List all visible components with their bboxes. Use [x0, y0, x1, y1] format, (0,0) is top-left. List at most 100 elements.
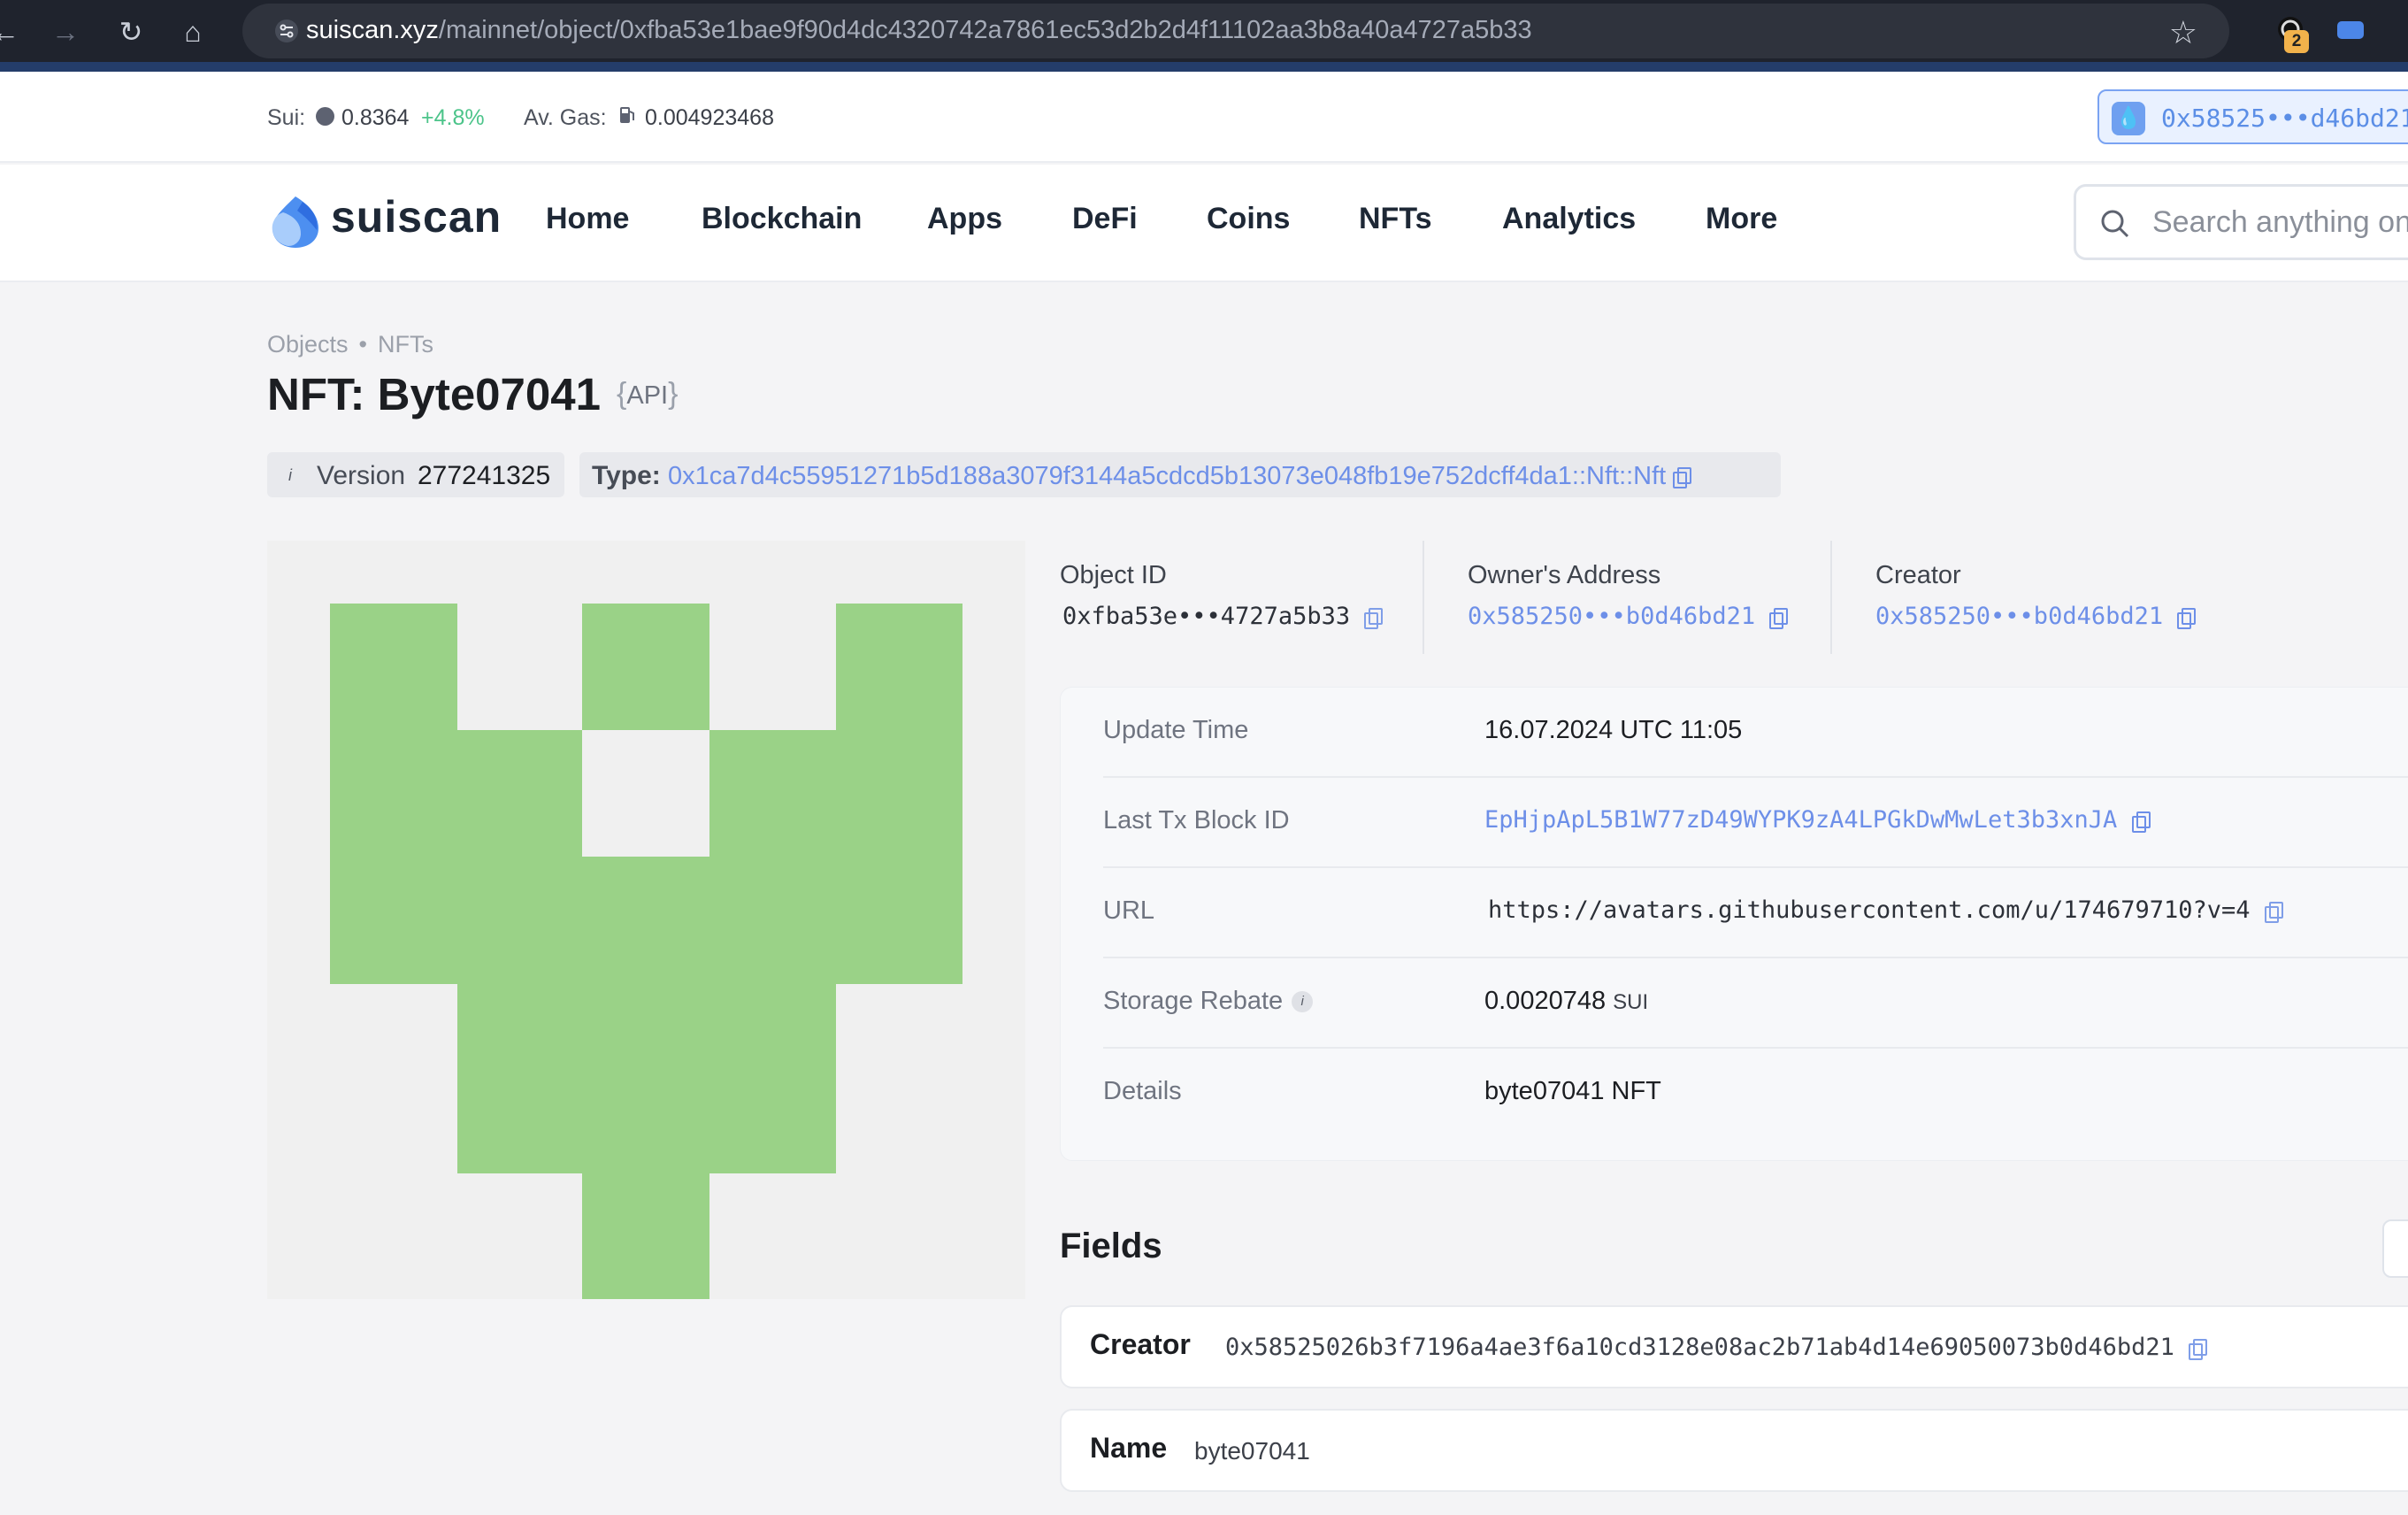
details-label: Details — [1103, 1077, 1182, 1105]
update-time-label: Update Time — [1103, 716, 1249, 744]
search-box[interactable] — [2074, 184, 2408, 260]
owner-address-link[interactable]: 0x585250•••b0d46bd21 — [1468, 603, 1789, 630]
nav-analytics[interactable]: Analytics — [1502, 202, 1636, 236]
site-settings-icon[interactable] — [274, 19, 299, 43]
version-value: 277241325 — [418, 461, 551, 490]
sui-price-label: Sui: — [267, 105, 306, 130]
storage-rebate-value-wrap: 0.0020748 SUI — [1484, 987, 1648, 1016]
url-value-wrap[interactable]: https://avatars.githubusercontent.com/u/… — [1488, 896, 2283, 924]
creator-address-link[interactable]: 0x585250•••b0d46bd21 — [1875, 603, 2197, 630]
search-icon — [2101, 210, 2129, 238]
url-host: suiscan.xyz — [306, 16, 439, 44]
detail-row-url: URL https://avatars.githubusercontent.co… — [1103, 868, 2408, 958]
api-link[interactable]: {API} — [617, 377, 678, 411]
field-card-creator: Creator 0x58525026b3f7196a4ae3f6a10cd312… — [1060, 1305, 2408, 1388]
nav-home[interactable]: Home — [546, 202, 629, 236]
nav-nfts[interactable]: NFTs — [1359, 202, 1431, 236]
owner-label: Owner's Address — [1468, 561, 1661, 589]
storage-rebate-value: 0.0020748 — [1484, 987, 1607, 1015]
search-input[interactable] — [2151, 201, 2408, 243]
nav-apps[interactable]: Apps — [927, 202, 1002, 236]
details-card: Update Time 16.07.2024 UTC 11:05 Last Tx… — [1060, 687, 2408, 1161]
field-key: Creator — [1090, 1328, 1191, 1360]
fields-heading: Fields — [1060, 1227, 1162, 1265]
copy-icon[interactable] — [2189, 1338, 2208, 1360]
sui-price-change: +4.8% — [421, 105, 485, 130]
sui-price-value: 0.8364 — [341, 105, 410, 130]
column-divider — [1423, 541, 1424, 654]
nav-defi[interactable]: DeFi — [1072, 202, 1138, 236]
bookmark-star-icon[interactable]: ☆ — [2169, 14, 2197, 51]
gas-value: 0.004923468 — [645, 105, 774, 130]
url-path: /mainnet/object/0xfba53e1bae9f90d4dc4320… — [438, 16, 1532, 44]
copy-icon[interactable] — [2131, 811, 2151, 833]
reload-icon[interactable]: ↻ — [115, 16, 147, 48]
type-value: 0x1ca7d4c55951271b5d188a3079f3144a5cdcd5… — [668, 462, 1667, 490]
nav-blockchain[interactable]: Blockchain — [702, 202, 862, 236]
copy-icon[interactable] — [1769, 607, 1789, 629]
nav-coins[interactable]: Coins — [1207, 202, 1290, 236]
creator-label: Creator — [1875, 561, 1961, 589]
field-value: 0x58525026b3f7196a4ae3f6a10cd3128e08ac2b… — [1225, 1334, 2174, 1361]
api-label: API — [626, 381, 669, 410]
detail-row-details: Details byte07041 NFT — [1103, 1049, 2408, 1139]
field-value: byte07041 — [1194, 1437, 1310, 1465]
last-tx-link[interactable]: EpHjpApL5B1W77zD49WYPK9zA4LPGkDwMwLet3b3… — [1484, 806, 2151, 834]
detail-row-last-tx: Last Tx Block ID EpHjpApL5B1W77zD49WYPK9… — [1103, 778, 2408, 868]
wallet-button[interactable]: 💧 0x58525•••d46bd21 — [2097, 89, 2408, 144]
field-value-wrap: 0x58525026b3f7196a4ae3f6a10cd3128e08ac2b… — [1225, 1334, 2208, 1361]
breadcrumb-separator: • — [358, 331, 367, 358]
object-id-label: Object ID — [1060, 561, 1167, 589]
forward-arrow-icon[interactable]: → — [50, 16, 81, 48]
copy-icon[interactable] — [1364, 607, 1384, 629]
nav-more[interactable]: More — [1706, 202, 1777, 236]
url-value: https://avatars.githubusercontent.com/u/… — [1488, 896, 2251, 924]
address-bar[interactable]: suiscan.xyz/mainnet/object/0xfba53e1bae9… — [242, 4, 2229, 58]
network-info-bar: Sui: 0.8364 +4.8% Av. Gas: 0.004923468 💧… — [0, 72, 2408, 163]
type-chip: Type: 0x1ca7d4c55951271b5d188a3079f3144a… — [579, 452, 1781, 497]
type-value-link[interactable]: 0x1ca7d4c55951271b5d188a3079f3144a5cdcd5… — [668, 462, 1692, 491]
main-navbar: suiscan Home Blockchain Apps DeFi Coins … — [0, 165, 2408, 282]
column-divider — [1830, 541, 1832, 654]
version-chip: i Version 277241325 — [267, 452, 564, 497]
last-tx-value: EpHjpApL5B1W77zD49WYPK9zA4LPGkDwMwLet3b3… — [1484, 806, 2118, 834]
storage-rebate-unit: SUI — [1613, 990, 1649, 1014]
last-tx-label: Last Tx Block ID — [1103, 806, 1290, 834]
breadcrumb-nfts[interactable]: NFTs — [378, 331, 433, 358]
home-icon[interactable]: ⌂ — [177, 16, 209, 48]
object-id-value: 0xfba53e•••4727a5b33 — [1062, 603, 1384, 630]
owner-address: 0x585250•••b0d46bd21 — [1468, 603, 1756, 630]
sui-coin-icon — [316, 107, 334, 126]
suiscan-logo-text[interactable]: suiscan — [331, 191, 502, 242]
gas-pump-icon — [620, 107, 634, 123]
wallet-address: 0x58525•••d46bd21 — [2161, 104, 2408, 133]
copy-icon[interactable] — [2177, 607, 2197, 629]
page-title: NFT: Byte07041 — [267, 369, 601, 419]
copy-icon[interactable] — [1673, 467, 1692, 489]
nft-image — [267, 541, 1025, 1299]
version-label: Version — [317, 461, 406, 490]
sui-drop-icon: 💧 — [2112, 102, 2145, 135]
profile-icon[interactable] — [2337, 21, 2364, 39]
url-text[interactable]: suiscan.xyz/mainnet/object/0xfba53e1bae9… — [306, 16, 1532, 45]
browser-divider — [0, 62, 2408, 72]
info-icon[interactable]: i — [280, 465, 301, 486]
info-icon[interactable]: i — [1292, 991, 1314, 1013]
extension-badge: 2 — [2284, 30, 2309, 53]
type-label: Type: — [592, 461, 661, 490]
storage-rebate-label: Storage Rebate — [1103, 987, 1284, 1015]
detail-row-storage-rebate: Storage Rebate i 0.0020748 SUI — [1103, 958, 2408, 1049]
copy-icon[interactable] — [2264, 901, 2283, 923]
storage-rebate-label-wrap: Storage Rebate i — [1103, 987, 1314, 1016]
suiscan-logo-icon[interactable] — [267, 193, 322, 250]
field-key: Name — [1090, 1432, 1168, 1464]
nft-pixel-art — [330, 604, 962, 1299]
back-arrow-icon[interactable]: ← — [0, 16, 21, 48]
breadcrumb: Objects • NFTs — [267, 331, 433, 358]
gas-label: Av. Gas: — [524, 105, 607, 130]
details-value: byte07041 NFT — [1484, 1077, 1661, 1105]
browser-toolbar: ← → ↻ ⌂ suiscan.xyz/mainnet/object/0xfba… — [0, 0, 2408, 62]
update-time-value: 16.07.2024 UTC 11:05 — [1484, 716, 1743, 744]
breadcrumb-objects[interactable]: Objects — [267, 331, 349, 358]
fields-view-toggle[interactable] — [2382, 1219, 2408, 1278]
